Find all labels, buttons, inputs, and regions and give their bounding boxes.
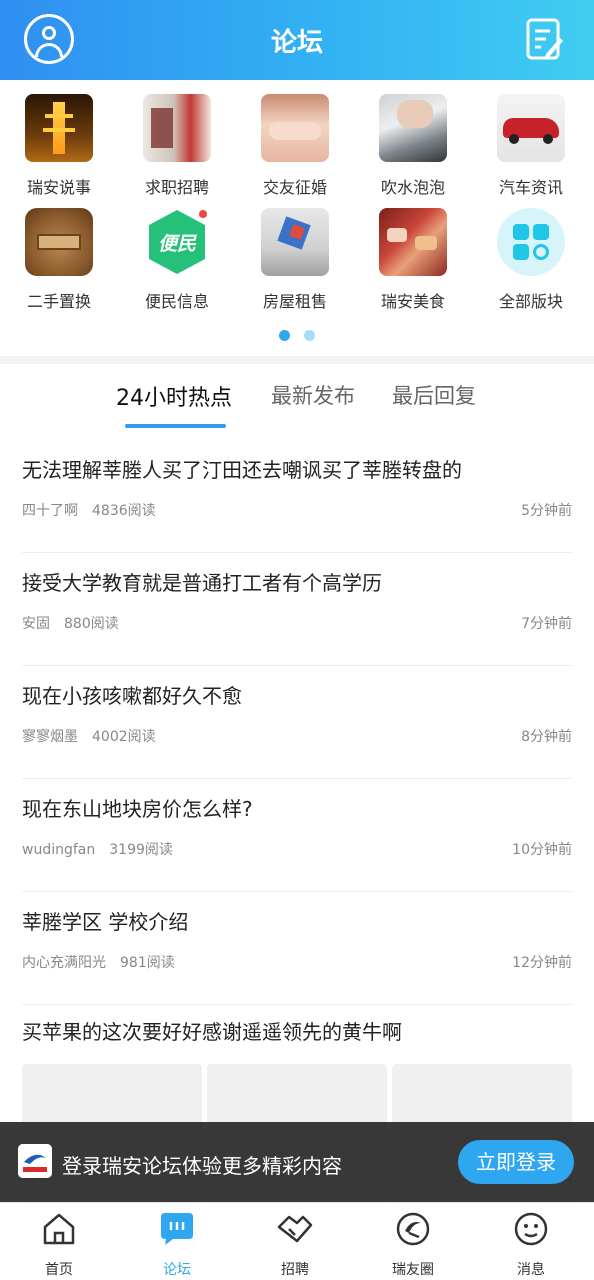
category-label: 二手置换	[26, 292, 91, 311]
post-meta: wudingfan 3199阅读	[22, 839, 173, 859]
post-title[interactable]: 无法理解莘塍人买了汀田还去嘲讽买了莘塍转盘的	[22, 454, 462, 483]
nav-label: 论坛	[163, 1262, 191, 1278]
post-item[interactable]: 现在小孩咳嗽都好久不愈 寥寥烟墨 4002阅读 8分钟前	[22, 666, 572, 779]
post-meta: 四十了啊 4836阅读	[22, 500, 156, 520]
page-dot-active[interactable]	[279, 330, 290, 341]
handshake-icon	[277, 1215, 313, 1243]
tab-latest[interactable]: 最新发布	[271, 380, 355, 410]
category-label: 交友征婚	[262, 178, 327, 197]
nav-label: 瑞友圈	[392, 1262, 434, 1278]
post-title[interactable]: 买苹果的这次要好好感谢遥遥领先的黄牛啊	[22, 1016, 402, 1045]
post-time: 12分钟前	[512, 955, 572, 971]
nav-home[interactable]: 首页	[0, 1211, 118, 1279]
keyboard-typing-image	[379, 94, 447, 162]
post-reads: 880阅读	[64, 616, 119, 632]
post-time: 8分钟前	[521, 729, 572, 745]
category-all-boards[interactable]: 全部版块	[472, 208, 590, 312]
category-jobs[interactable]: 求职招聘	[118, 94, 236, 198]
post-author[interactable]: 内心充满阳光	[22, 955, 106, 971]
food-platter-image	[379, 208, 447, 276]
category-ruian-talk[interactable]: 瑞安说事	[0, 94, 118, 198]
post-time: 10分钟前	[512, 842, 572, 858]
convenience-hexagon-icon: 便民	[143, 208, 211, 276]
nav-label: 招聘	[281, 1262, 309, 1278]
house-sale-image	[261, 208, 329, 276]
page-indicator	[0, 326, 594, 345]
category-convenience[interactable]: 便民 便民信息	[118, 208, 236, 312]
category-food[interactable]: 瑞安美食	[354, 208, 472, 312]
login-prompt-text: 登录瑞安论坛体验更多精彩内容	[62, 1154, 342, 1178]
post-item[interactable]: 现在东山地块房价怎么样? wudingfan 3199阅读 10分钟前	[22, 779, 572, 892]
post-list: 无法理解莘塍人买了汀田还去嘲讽买了莘塍转盘的 四十了啊 4836阅读 5分钟前 接…	[22, 440, 572, 1005]
forum-logo-icon	[18, 1144, 52, 1178]
post-meta: 寥寥烟墨 4002阅读	[22, 726, 156, 746]
nav-label: 首页	[45, 1262, 73, 1278]
pagoda-night-image	[25, 94, 93, 162]
bottom-navigation: 首页 论坛 招聘 瑞友圈 消息	[0, 1202, 594, 1280]
post-item[interactable]: 接受大学教育就是普通打工者有个高学历 安固 880阅读 7分钟前	[22, 553, 572, 666]
page-dot[interactable]	[304, 330, 315, 341]
nav-jobs[interactable]: 招聘	[236, 1211, 354, 1279]
nav-forum[interactable]: 论坛	[118, 1211, 236, 1279]
smiley-message-icon	[514, 1212, 548, 1246]
login-button[interactable]: 立即登录	[458, 1140, 574, 1184]
feed-tabs: 24小时热点 最新发布 最后回复	[0, 380, 594, 430]
convenience-icon-text: 便民	[157, 233, 196, 255]
category-label: 瑞安说事	[26, 178, 91, 197]
nav-label: 消息	[517, 1262, 545, 1278]
category-label: 全部版块	[498, 292, 563, 311]
home-icon	[43, 1213, 75, 1245]
category-chat[interactable]: 吹水泡泡	[354, 94, 472, 198]
post-reads: 3199阅读	[109, 842, 173, 858]
post-reads: 4002阅读	[92, 729, 156, 745]
category-second-hand[interactable]: 二手置换	[0, 208, 118, 312]
recruitment-image	[143, 94, 211, 162]
nav-friends-circle[interactable]: 瑞友圈	[354, 1211, 472, 1279]
post-author[interactable]: 安固	[22, 616, 50, 632]
category-housing[interactable]: 房屋租售	[236, 208, 354, 312]
post-author[interactable]: 四十了啊	[22, 503, 78, 519]
post-title[interactable]: 莘塍学区 学校介绍	[22, 906, 188, 935]
post-reads: 4836阅读	[92, 503, 156, 519]
all-boards-icon	[497, 208, 565, 276]
post-author[interactable]: wudingfan	[22, 842, 95, 858]
category-label: 求职招聘	[144, 178, 209, 197]
post-title[interactable]: 现在东山地块房价怎么样?	[22, 793, 253, 822]
category-label: 汽车资讯	[498, 178, 563, 197]
category-label: 吹水泡泡	[380, 178, 445, 197]
post-time: 7分钟前	[521, 616, 572, 632]
category-car-news[interactable]: 汽车资讯	[472, 94, 590, 198]
page-title: 论坛	[270, 28, 323, 58]
post-author[interactable]: 寥寥烟墨	[22, 729, 78, 745]
friends-circle-icon	[396, 1212, 430, 1246]
tab-24h-hot[interactable]: 24小时热点	[116, 380, 232, 412]
login-prompt-banner: 登录瑞安论坛体验更多精彩内容 立即登录	[0, 1122, 594, 1202]
category-dating[interactable]: 交友征婚	[236, 94, 354, 198]
nav-messages[interactable]: 消息	[472, 1211, 590, 1279]
tab-last-reply[interactable]: 最后回复	[392, 380, 476, 410]
holding-hands-image	[261, 94, 329, 162]
post-title[interactable]: 现在小孩咳嗽都好久不愈	[22, 680, 242, 709]
category-label: 瑞安美食	[380, 292, 445, 311]
section-divider	[0, 356, 594, 364]
post-time: 5分钟前	[521, 503, 572, 519]
post-reads: 981阅读	[120, 955, 175, 971]
compose-post-icon[interactable]	[526, 18, 564, 62]
new-badge-dot	[197, 208, 209, 220]
category-label: 便民信息	[144, 292, 209, 311]
category-label: 房屋租售	[262, 292, 327, 311]
wooden-sign-image	[25, 208, 93, 276]
post-item[interactable]: 莘塍学区 学校介绍 内心充满阳光 981阅读 12分钟前	[22, 892, 572, 1005]
post-item[interactable]: 无法理解莘塍人买了汀田还去嘲讽买了莘塍转盘的 四十了啊 4836阅读 5分钟前	[22, 440, 572, 553]
post-meta: 安固 880阅读	[22, 613, 119, 633]
red-car-image	[497, 94, 565, 162]
app-header: 论坛	[0, 0, 594, 80]
post-meta: 内心充满阳光 981阅读	[22, 952, 175, 972]
post-title[interactable]: 接受大学教育就是普通打工者有个高学历	[22, 567, 382, 596]
forum-chat-icon	[161, 1213, 193, 1245]
active-tab-indicator	[125, 424, 226, 428]
